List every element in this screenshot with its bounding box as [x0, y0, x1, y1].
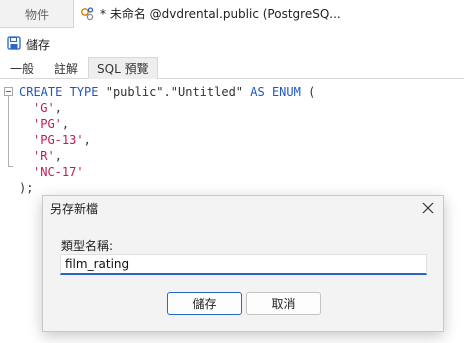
type-name-input[interactable] — [60, 254, 427, 275]
sql-enum-value: 'PG' — [33, 117, 62, 131]
sql-line: 'R', — [33, 149, 62, 163]
sql-line: 'NC-17' — [0, 164, 464, 180]
sql-dot: . — [163, 85, 171, 99]
tab-untitled-type[interactable]: * 未命名 @dvdrental.public (PostgreSQ... — [74, 0, 464, 28]
save-as-dialog: 另存新檔 類型名稱: 儲存 取消 — [42, 195, 444, 332]
close-icon[interactable] — [421, 201, 435, 215]
tab-sql-preview[interactable]: SQL 預覽 — [88, 57, 158, 79]
sql-identifier: "Untitled" — [170, 85, 244, 99]
sql-line: ); — [0, 180, 464, 196]
tab-comment-label: 註解 — [54, 61, 79, 76]
tab-objects-label: 物件 — [25, 7, 50, 22]
sql-paren: ( — [300, 85, 316, 99]
sql-keyword: ENUM — [271, 85, 301, 99]
tab-general-label: 一般 — [10, 61, 35, 76]
tab-objects[interactable]: 物件 — [0, 0, 74, 28]
sql-enum-value: 'PG-13' — [33, 133, 84, 147]
sql-enum-value: 'NC-17' — [33, 165, 84, 179]
document-tab-bar: 物件 * 未命名 @dvdrental.public (PostgreSQ... — [0, 0, 464, 28]
tab-untitled-label: * 未命名 @dvdrental.public (PostgreSQ... — [100, 7, 341, 21]
save-button[interactable]: 儲存 — [7, 35, 51, 53]
toolbar: 儲存 — [0, 32, 50, 56]
sql-line: CREATE TYPE "public"."Untitled" AS ENUM … — [0, 84, 464, 100]
sql-line: 'PG', — [33, 117, 70, 131]
dialog-title: 另存新檔 — [50, 202, 99, 216]
editor-tab-bar: 一般 註解 SQL 預覽 — [0, 57, 464, 79]
tab-general[interactable]: 一般 — [0, 57, 44, 79]
tab-comment[interactable]: 註解 — [44, 57, 88, 79]
sql-line: 'G', — [33, 101, 62, 115]
tab-sql-preview-label: SQL 預覽 — [97, 61, 149, 76]
sql-keyword: AS — [250, 85, 265, 99]
type-name-label: 類型名稱: — [61, 239, 114, 253]
sql-keyword: TYPE — [69, 85, 99, 99]
sql-enum-value: 'G' — [33, 101, 55, 115]
custom-type-icon — [80, 6, 96, 22]
dialog-save-button[interactable]: 儲存 — [167, 292, 242, 315]
sql-preview[interactable]: CREATE TYPE "public"."Untitled" AS ENUM … — [0, 84, 464, 196]
sql-identifier: "public" — [105, 85, 164, 99]
save-icon — [7, 35, 21, 53]
dialog-cancel-label: 取消 — [271, 297, 296, 311]
sql-close: ); — [19, 181, 34, 195]
save-button-label: 儲存 — [26, 37, 51, 52]
dialog-save-label: 儲存 — [192, 297, 217, 311]
dialog-cancel-button[interactable]: 取消 — [246, 292, 321, 315]
sql-enum-value: 'R' — [33, 149, 55, 163]
sql-keyword: CREATE — [19, 85, 63, 99]
sql-line: 'PG-13', — [33, 133, 91, 147]
